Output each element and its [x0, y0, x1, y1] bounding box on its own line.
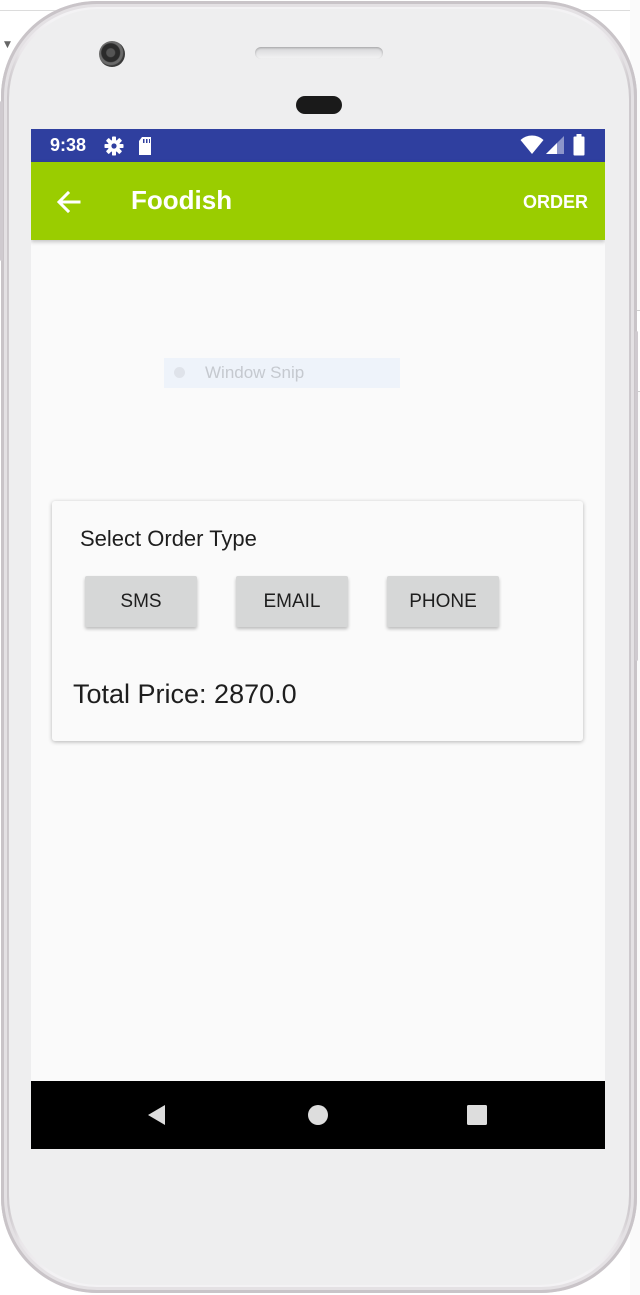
status-time: 9:38: [50, 135, 87, 155]
phone-button[interactable]: PHONE: [387, 576, 499, 627]
home-circle-icon[interactable]: [306, 1103, 330, 1127]
snip-label: Window Snip: [205, 363, 305, 382]
front-camera: [99, 41, 125, 67]
status-bar: 9:38: [31, 129, 605, 162]
phone-side-button: [635, 331, 638, 661]
wifi-icon: [520, 135, 544, 159]
order-action-button[interactable]: ORDER: [523, 192, 588, 213]
battery-icon: [573, 134, 585, 160]
gear-icon: [104, 136, 124, 160]
phone-screen: 9:38 Foodish ORDER Window Snip Select Or…: [31, 129, 605, 1149]
snip-radio-icon: [174, 367, 185, 378]
navigation-bar: [31, 1081, 605, 1149]
email-button[interactable]: EMAIL: [236, 576, 348, 627]
window-snip-overlay: Window Snip: [164, 358, 400, 388]
order-type-title: Select Order Type: [80, 526, 257, 551]
order-type-card: Select Order Type SMS EMAIL PHONE Total …: [52, 501, 583, 741]
recents-square-icon[interactable]: [465, 1103, 489, 1127]
cellular-signal-icon: [545, 135, 565, 159]
earpiece-speaker: [255, 47, 383, 59]
app-bar: Foodish ORDER: [31, 162, 605, 240]
phone-side-button: [0, 101, 3, 261]
proximity-sensor: [296, 96, 342, 114]
sms-button[interactable]: SMS: [85, 576, 197, 627]
total-price-label: Total Price: 2870.0: [73, 679, 297, 709]
sd-card-icon: [137, 136, 153, 160]
background-dropdown-arrow-icon: ▼: [4, 40, 11, 50]
app-title: Foodish: [131, 185, 233, 215]
back-triangle-icon[interactable]: [145, 1103, 169, 1127]
back-arrow-icon[interactable]: [53, 186, 85, 218]
